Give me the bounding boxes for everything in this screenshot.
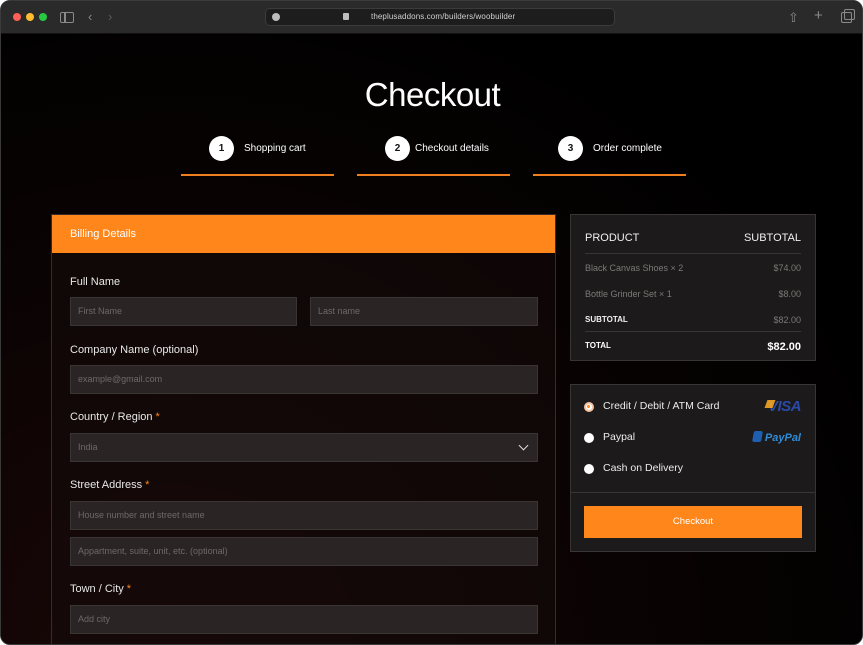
step-number: 3 bbox=[558, 136, 583, 161]
order-summary-panel: PRODUCT SUBTOTAL Black Canvas Shoes × 2 … bbox=[570, 214, 816, 361]
step-checkout-details[interactable]: 2 Checkout details bbox=[357, 136, 510, 176]
step-number: 2 bbox=[385, 136, 410, 161]
street-label-text: Street Address bbox=[70, 479, 143, 491]
browser-window: ‹ › theplusaddons.com/builders/woobuilde… bbox=[0, 0, 863, 645]
radio-selected[interactable] bbox=[584, 402, 594, 412]
payment-option-label: Paypal bbox=[603, 431, 636, 443]
url-text: theplusaddons.com/builders/woobuilder bbox=[371, 12, 516, 21]
total-label: TOTAL bbox=[585, 341, 611, 350]
first-name-input[interactable]: First Name bbox=[70, 297, 297, 326]
step-shopping-cart[interactable]: 1 Shopping cart bbox=[181, 136, 334, 176]
last-name-input[interactable]: Last name bbox=[310, 297, 538, 326]
town-city-input[interactable]: Add city bbox=[70, 605, 538, 634]
step-number: 1 bbox=[209, 136, 234, 161]
payment-option-label: Cash on Delivery bbox=[603, 462, 683, 474]
browser-toolbar: ‹ › theplusaddons.com/builders/woobuilde… bbox=[1, 1, 862, 34]
radio-unselected[interactable] bbox=[584, 464, 594, 474]
share-icon[interactable]: ⇧ bbox=[788, 10, 799, 26]
step-label: Order complete bbox=[593, 143, 662, 154]
required-mark: * bbox=[126, 583, 132, 595]
new-tab-icon[interactable]: + bbox=[814, 8, 823, 24]
site-info-icon[interactable] bbox=[272, 13, 280, 21]
product-header: PRODUCT bbox=[585, 232, 640, 244]
required-mark: * bbox=[145, 479, 150, 491]
checkout-button[interactable]: Checkout bbox=[584, 506, 802, 538]
minimize-window-button[interactable] bbox=[26, 13, 34, 21]
chevron-down-icon bbox=[518, 440, 529, 451]
radio-unselected[interactable] bbox=[584, 433, 594, 443]
checkout-page: Checkout 1 Shopping cart 2 Checkout deta… bbox=[1, 34, 862, 644]
forward-arrow-icon[interactable]: › bbox=[108, 9, 112, 25]
subtotal-label: SUBTOTAL bbox=[585, 315, 628, 324]
street-address-input[interactable]: House number and street name bbox=[70, 501, 538, 530]
close-window-button[interactable] bbox=[13, 13, 21, 21]
paypal-logo-text: PayPal bbox=[764, 432, 801, 444]
street-address-label: Street Address * bbox=[70, 479, 149, 491]
country-label-text: Country / Region bbox=[70, 411, 153, 423]
divider bbox=[571, 492, 815, 493]
step-order-complete[interactable]: 3 Order complete bbox=[533, 136, 686, 176]
paypal-mark-icon bbox=[751, 431, 763, 442]
country-label: Country / Region * bbox=[70, 411, 160, 423]
step-label: Checkout details bbox=[415, 143, 489, 154]
subtotal-value: $82.00 bbox=[773, 315, 801, 325]
apartment-input[interactable]: Appartment, suite, unit, etc. (optional) bbox=[70, 537, 538, 566]
sidebar-toggle-icon[interactable] bbox=[60, 12, 74, 23]
back-arrow-icon[interactable]: ‹ bbox=[88, 9, 92, 25]
billing-details-panel: Billing Details Full Name First Name Las… bbox=[51, 214, 556, 644]
page-title: Checkout bbox=[364, 76, 501, 113]
visa-logo-icon: VISA bbox=[767, 398, 802, 415]
billing-header: Billing Details bbox=[52, 215, 555, 253]
step-underline bbox=[357, 174, 510, 176]
country-select-value: India bbox=[78, 442, 98, 452]
town-city-label: Town / City * bbox=[70, 583, 131, 595]
step-underline bbox=[181, 174, 334, 176]
item-name: Bottle Grinder Set × 1 bbox=[585, 289, 672, 299]
paypal-logo-icon: PayPal bbox=[751, 431, 801, 444]
payment-methods-panel: Credit / Debit / ATM Card VISA Paypal Pa… bbox=[570, 384, 816, 552]
required-mark: * bbox=[155, 411, 160, 423]
company-name-input[interactable]: example@gmail.com bbox=[70, 365, 538, 394]
subtotal-header: SUBTOTAL bbox=[743, 232, 801, 244]
item-price: $8.00 bbox=[778, 289, 801, 299]
address-bar[interactable]: theplusaddons.com/builders/woobuilder bbox=[265, 8, 615, 26]
country-select[interactable]: India bbox=[70, 433, 538, 462]
total-value: $82.00 bbox=[767, 341, 801, 353]
lock-icon bbox=[343, 13, 349, 20]
divider bbox=[585, 331, 801, 332]
step-underline bbox=[533, 174, 686, 176]
step-label: Shopping cart bbox=[244, 143, 306, 154]
maximize-window-button[interactable] bbox=[39, 13, 47, 21]
full-name-label: Full Name bbox=[70, 276, 121, 288]
divider bbox=[585, 253, 801, 254]
item-name: Black Canvas Shoes × 2 bbox=[585, 263, 684, 273]
item-price: $74.00 bbox=[773, 263, 801, 273]
town-label-text: Town / City bbox=[70, 583, 124, 595]
company-name-label: Company Name (optional) bbox=[70, 344, 199, 356]
tab-overview-icon[interactable] bbox=[841, 9, 855, 23]
payment-option-label: Credit / Debit / ATM Card bbox=[603, 400, 720, 412]
